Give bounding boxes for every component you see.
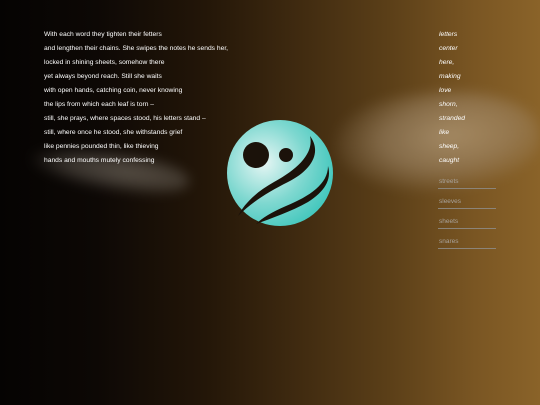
poem-line: with open hands, catching coin, never kn…	[44, 87, 183, 94]
poem-line: and lengthen their chains. She swipes th…	[44, 45, 229, 52]
end-word: sheep,	[439, 143, 460, 150]
poem-line: like pennies pounded thin, like thieving	[44, 143, 159, 150]
poem-line: still, she prays, where spaces stood, hi…	[44, 115, 206, 122]
end-word: center	[439, 45, 458, 52]
end-word: shorn,	[439, 101, 458, 108]
end-word: love	[439, 87, 452, 94]
poem-line: With each word they tighten their fetter…	[44, 31, 162, 38]
swirl-logo-graphic	[227, 120, 333, 226]
hand-image-right	[330, 81, 540, 203]
poem-line: hands and mouths mutely confessing	[44, 157, 155, 164]
end-word: making	[439, 73, 461, 80]
poem-line: the lips from which each leaf is torn –	[44, 101, 155, 108]
end-word: like	[439, 129, 450, 136]
word-choice-streets[interactable]: streets	[438, 177, 496, 189]
word-choice-sleeves[interactable]: sleeves	[438, 197, 496, 209]
end-word: stranded	[439, 115, 466, 122]
end-word: letters	[439, 31, 458, 38]
word-choice-sheets[interactable]: sheets	[438, 217, 496, 229]
word-choice-list: streets sleeves sheets snares	[438, 177, 496, 257]
poem-line: yet always beyond reach. Still she waits	[44, 73, 162, 80]
end-word: caught	[439, 157, 460, 164]
poem-line: still, where once he stood, she withstan…	[44, 129, 183, 136]
poem-text: With each word they tighten their fetter…	[44, 28, 228, 168]
poem-line: locked in shining sheets, somehow there	[44, 59, 165, 66]
logo-dot-large	[243, 142, 269, 168]
end-word-column: letters center here, making love shorn, …	[439, 28, 465, 168]
swirl-logo-icon	[216, 118, 344, 228]
logo-dot-small	[279, 148, 293, 162]
word-choice-snares[interactable]: snares	[438, 237, 496, 249]
end-word: here,	[439, 59, 455, 66]
